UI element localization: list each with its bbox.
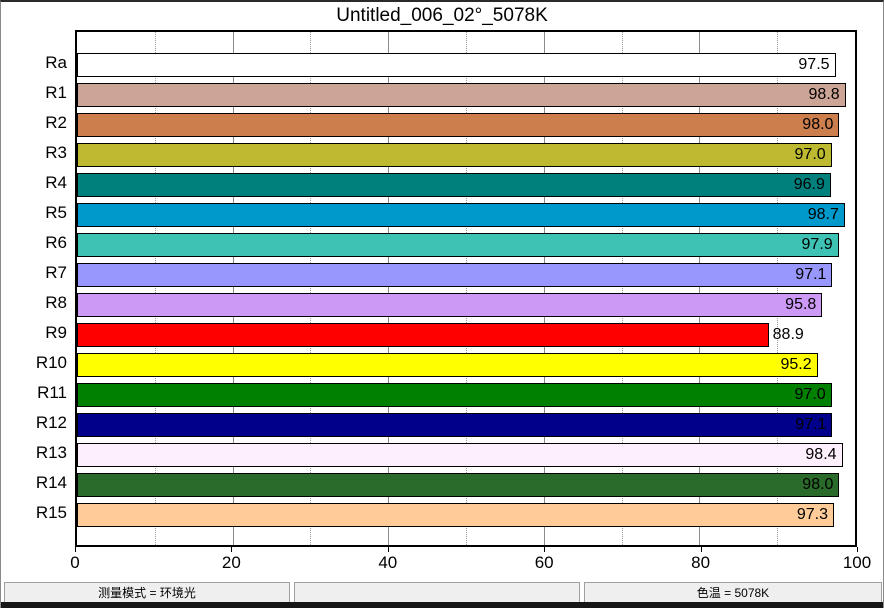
tick-mark-40 (388, 547, 389, 552)
bar-row-R9: 88.9 (77, 323, 855, 347)
bar-value-R14: 98.0 (779, 473, 833, 497)
gridline-minor-90 (777, 32, 778, 545)
tick-label-0: 0 (70, 553, 79, 573)
bar-value-R9: 88.9 (773, 323, 804, 347)
bar-value-R1: 98.8 (786, 83, 840, 107)
bar-R1 (77, 83, 846, 107)
tick-mark-80 (701, 547, 702, 552)
tick-label-80: 80 (691, 553, 710, 573)
gridline-minor-70 (622, 32, 623, 545)
bar-value-R11: 97.0 (772, 383, 826, 407)
tick-mark-0 (75, 547, 76, 552)
bar-row-R2: 98.0 (77, 113, 855, 137)
gridline-minor-50 (466, 32, 467, 545)
bar-row-Ra: 97.5 (77, 53, 855, 77)
bar-row-R12: 97.1 (77, 413, 855, 437)
gridline-major-40 (388, 32, 389, 545)
bar-row-R10: 95.2 (77, 353, 855, 377)
row-label-R11: R11 (1, 381, 67, 405)
bar-row-R15: 97.3 (77, 503, 855, 527)
status-measure-mode: 测量模式 = 环境光 (4, 582, 290, 604)
bar-R5 (77, 203, 845, 227)
row-label-R5: R5 (1, 201, 67, 225)
row-label-R13: R13 (1, 441, 67, 465)
row-label-R12: R12 (1, 411, 67, 435)
row-label-R2: R2 (1, 111, 67, 135)
row-label-R15: R15 (1, 501, 67, 525)
row-label-R4: R4 (1, 171, 67, 195)
bar-row-R8: 95.8 (77, 293, 855, 317)
gridline-major-60 (544, 32, 545, 545)
gridline-major-20 (233, 32, 234, 545)
status-middle-empty (294, 582, 580, 604)
gridline-major-80 (699, 32, 700, 545)
bar-R2 (77, 113, 839, 137)
bar-R9 (77, 323, 769, 347)
bar-value-R7: 97.1 (772, 263, 826, 287)
row-label-R8: R8 (1, 291, 67, 315)
bar-row-R14: 98.0 (77, 473, 855, 497)
tick-label-100: 100 (843, 553, 871, 573)
bar-row-R13: 98.4 (77, 443, 855, 467)
bar-value-Ra: 97.5 (776, 53, 830, 77)
bar-row-R1: 98.8 (77, 83, 855, 107)
tick-mark-20 (231, 547, 232, 552)
bar-row-R6: 97.9 (77, 233, 855, 257)
row-label-Ra: Ra (1, 51, 67, 75)
bar-value-R2: 98.0 (779, 113, 833, 137)
row-label-R1: R1 (1, 81, 67, 105)
plot-area: 97.5 98.8 98.0 97.0 96.9 98.7 97.9 97.1 95.8 88.9… (75, 30, 857, 547)
row-label-R14: R14 (1, 471, 67, 495)
status-color-temperature: 色温 = 5078K (584, 582, 882, 604)
bar-row-R3: 97.0 (77, 143, 855, 167)
bar-value-R4: 96.9 (771, 173, 825, 197)
gridline-minor-10 (155, 32, 156, 545)
bar-R3 (77, 143, 832, 167)
bar-R12 (77, 413, 832, 437)
bar-R13 (77, 443, 843, 467)
bar-row-R11: 97.0 (77, 383, 855, 407)
bar-R6 (77, 233, 839, 257)
bar-value-R15: 97.3 (774, 503, 828, 527)
bar-value-R10: 95.2 (758, 353, 812, 377)
gridline-minor-30 (310, 32, 311, 545)
tick-mark-60 (544, 547, 545, 552)
window-bottom-edge (1, 602, 883, 608)
bar-R7 (77, 263, 832, 287)
chart-title: Untitled_006_02°_5078K (1, 5, 883, 27)
bar-value-R13: 98.4 (783, 443, 837, 467)
tick-label-60: 60 (535, 553, 554, 573)
bar-R10 (77, 353, 818, 377)
bar-value-R12: 97.1 (772, 413, 826, 437)
app-window: Untitled_006_02°_5078K 97.598.898.097.09… (0, 0, 884, 608)
bar-R14 (77, 473, 839, 497)
bar-value-R3: 97.0 (772, 143, 826, 167)
row-label-R7: R7 (1, 261, 67, 285)
row-label-R3: R3 (1, 141, 67, 165)
bar-Ra (77, 53, 836, 77)
bar-value-R8: 95.8 (762, 293, 816, 317)
bar-row-R4: 96.9 (77, 173, 855, 197)
row-label-R10: R10 (1, 351, 67, 375)
bar-row-R7: 97.1 (77, 263, 855, 287)
tick-label-20: 20 (222, 553, 241, 573)
bar-value-R5: 98.7 (785, 203, 839, 227)
tick-mark-100 (857, 547, 858, 552)
row-label-R9: R9 (1, 321, 67, 345)
bar-R4 (77, 173, 831, 197)
bar-R11 (77, 383, 832, 407)
row-label-R6: R6 (1, 231, 67, 255)
bar-value-R6: 97.9 (779, 233, 833, 257)
bar-row-R5: 98.7 (77, 203, 855, 227)
x-axis-tick-labels: 020406080100 (75, 553, 857, 573)
tick-label-40: 40 (378, 553, 397, 573)
bar-R15 (77, 503, 834, 527)
bar-R8 (77, 293, 822, 317)
